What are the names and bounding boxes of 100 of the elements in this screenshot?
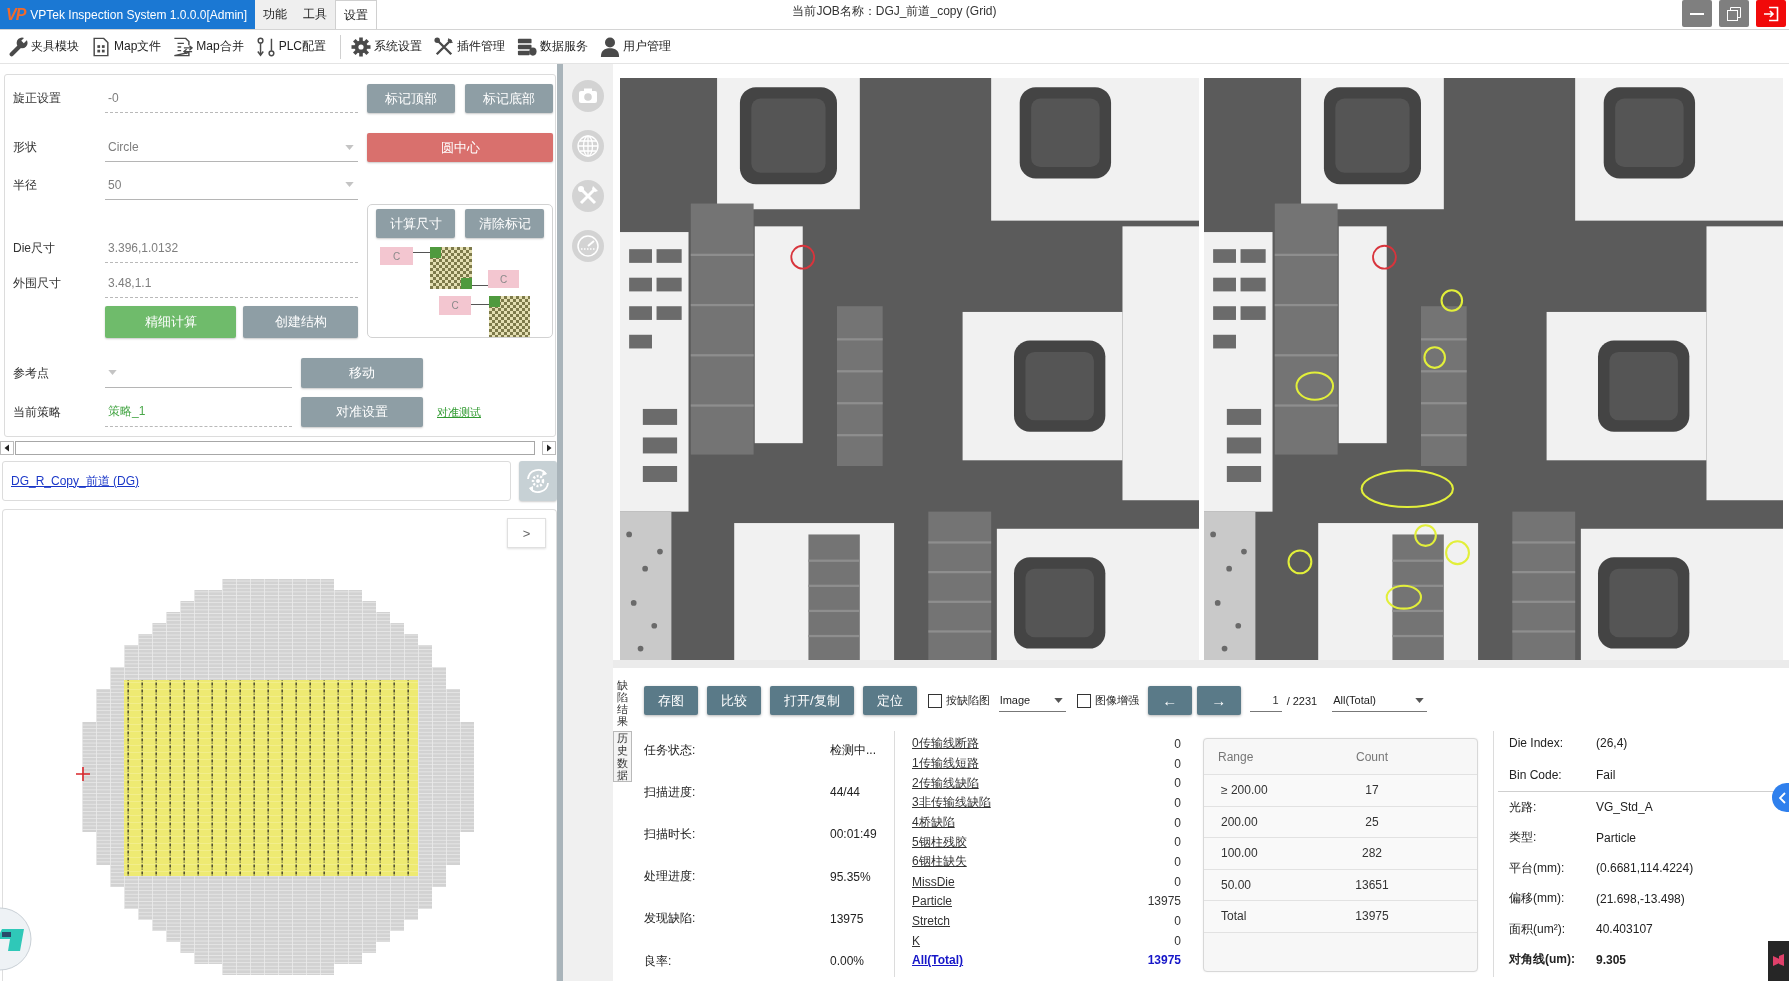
toolbar-button[interactable]: 插件管理 (430, 31, 514, 62)
page-field[interactable]: 1 (1249, 689, 1282, 712)
status-value: 95.35% (830, 869, 872, 884)
database-icon (517, 36, 538, 57)
scroll-left-icon[interactable] (0, 441, 14, 455)
table-cell-text: 100.00 (1220, 846, 1259, 861)
status-value: 检测中... (830, 741, 877, 759)
action-button[interactable]: 比较 (707, 686, 761, 715)
rotation-field[interactable]: -0 (105, 84, 358, 113)
info-value: Fail (1596, 768, 1616, 782)
filter-select[interactable]: All(Total) (1332, 689, 1428, 712)
defect-type-link[interactable]: 2传输线缺陷 (912, 774, 979, 792)
defect-type-link[interactable]: 6铟柱缺失 (912, 853, 967, 871)
minimize-icon (1690, 12, 1704, 15)
caret-icon (1415, 697, 1425, 703)
caret-icon (345, 144, 354, 150)
defect-type-link[interactable]: MissDie (912, 874, 955, 889)
defect-count: 13975 (1147, 953, 1181, 968)
document-arrows-icon (173, 36, 194, 57)
defect-type-link[interactable]: Particle (912, 894, 952, 909)
vertical-tab[interactable]: 历史数据 (613, 731, 632, 782)
chevron-left-icon (1778, 791, 1786, 804)
checkbox[interactable] (1076, 693, 1091, 708)
restore-button[interactable] (1719, 0, 1749, 27)
caret-icon (108, 370, 117, 375)
scroll-right-icon[interactable] (542, 441, 556, 455)
defect-count: 0 (1174, 736, 1181, 751)
collapse-button[interactable] (1772, 783, 1789, 812)
status-label: 扫描进度: (644, 783, 697, 801)
status-value: 0.00% (830, 954, 866, 969)
toolbar-button[interactable]: 夹具模块 (4, 31, 87, 62)
die-size-field[interactable]: 3.396,1.0132 (105, 233, 358, 263)
image-mode-select[interactable]: Image (998, 689, 1066, 712)
defect-count: 0 (1174, 874, 1181, 889)
defect-type-link[interactable]: K (912, 933, 920, 948)
app-logo: VP (6, 5, 26, 24)
defect-count: 0 (1174, 933, 1181, 948)
defect-type-link[interactable]: Stretch (912, 914, 950, 929)
field-label: 参考点 (13, 364, 50, 382)
toolbar-button[interactable]: Map合并 (169, 31, 252, 62)
previous-button[interactable]: ← (1147, 686, 1192, 715)
camera-icon[interactable] (572, 80, 604, 112)
defect-type-link[interactable]: 1传输线短路 (912, 755, 979, 773)
page-total: / 2231 (1286, 694, 1318, 707)
checkbox-option[interactable]: 图像增强 (1076, 693, 1139, 708)
menu-tab[interactable]: 设置 (335, 0, 378, 29)
minimize-button[interactable] (1682, 0, 1712, 27)
app-tile-icon[interactable] (1768, 941, 1789, 981)
table-cell-text: 13975 (1354, 909, 1390, 924)
info-value: (26,4) (1596, 736, 1628, 750)
toolbar-button[interactable]: 用户管理 (596, 31, 680, 62)
sync-settings-button[interactable] (519, 461, 557, 501)
app-title: VPTek Inspection System 1.0.0.0[Admin] (30, 7, 248, 22)
info-label: 对角线(um): (1509, 951, 1576, 969)
caret-icon (1053, 697, 1063, 703)
status-value: 44/44 (830, 785, 862, 800)
info-label: 偏移(mm): (1509, 890, 1566, 908)
action-button[interactable]: 定位 (862, 686, 917, 715)
defect-type-link[interactable]: 0传输线断路 (912, 735, 979, 753)
caret-icon (345, 182, 354, 187)
action-button[interactable]: 打开/复制 (770, 686, 854, 715)
toolbar-button[interactable]: 系统设置 (347, 31, 431, 62)
document-icon (91, 36, 111, 57)
table-cell-text: 17 (1364, 783, 1380, 798)
gauge-icon[interactable] (572, 230, 604, 262)
checkbox-option[interactable]: 按缺陷图 (927, 693, 990, 708)
job-name: 当前JOB名称：DGJ_前道_copy (Grid) (792, 3, 997, 20)
target-circle-icon (790, 244, 816, 270)
align-test-link[interactable]: 对准测试 (437, 404, 481, 420)
wrench-icon (8, 36, 28, 57)
action-button[interactable]: 存图 (644, 686, 698, 715)
user-icon (600, 36, 621, 57)
checkbox[interactable] (927, 693, 942, 708)
toolbar-button[interactable]: 数据服务 (513, 31, 597, 62)
defect-type-link[interactable]: All(Total) (912, 953, 964, 968)
defect-count: 0 (1174, 854, 1181, 869)
defect-ellipse-icon (1385, 584, 1422, 610)
recipe-link[interactable]: DG_R_Copy_前道 (DG) (11, 472, 140, 490)
shape-select[interactable]: Circle (105, 133, 358, 162)
info-value: Particle (1596, 830, 1636, 845)
defect-count: 0 (1174, 756, 1181, 771)
toolbar-button[interactable]: PLC配置 (251, 31, 335, 62)
toolbar-button[interactable]: Map文件 (87, 31, 170, 62)
globe-icon[interactable] (572, 130, 604, 162)
next-button[interactable]: → (1196, 686, 1241, 715)
defect-ellipse-icon (1414, 524, 1437, 547)
status-label: 处理进度: (644, 868, 697, 886)
info-value: VG_Std_A (1596, 800, 1653, 815)
radius-select[interactable]: 50 (105, 170, 358, 200)
status-label: 扫描时长: (644, 825, 697, 843)
defect-type-link[interactable]: 5铟柱残胶 (912, 833, 967, 851)
defect-type-link[interactable]: 4桥缺陷 (912, 814, 955, 832)
defect-type-link[interactable]: 3非传输线缺陷 (912, 794, 991, 812)
outer-size-field[interactable]: 3.48,1.1 (105, 268, 358, 298)
next-button[interactable]: > (507, 518, 546, 548)
defect-ellipse-icon (1287, 549, 1313, 575)
exit-button[interactable] (1756, 0, 1786, 27)
info-label: 面积(um²): (1509, 920, 1566, 938)
table-cell-text: Total (1220, 909, 1248, 924)
tools-icon[interactable] (572, 180, 604, 212)
